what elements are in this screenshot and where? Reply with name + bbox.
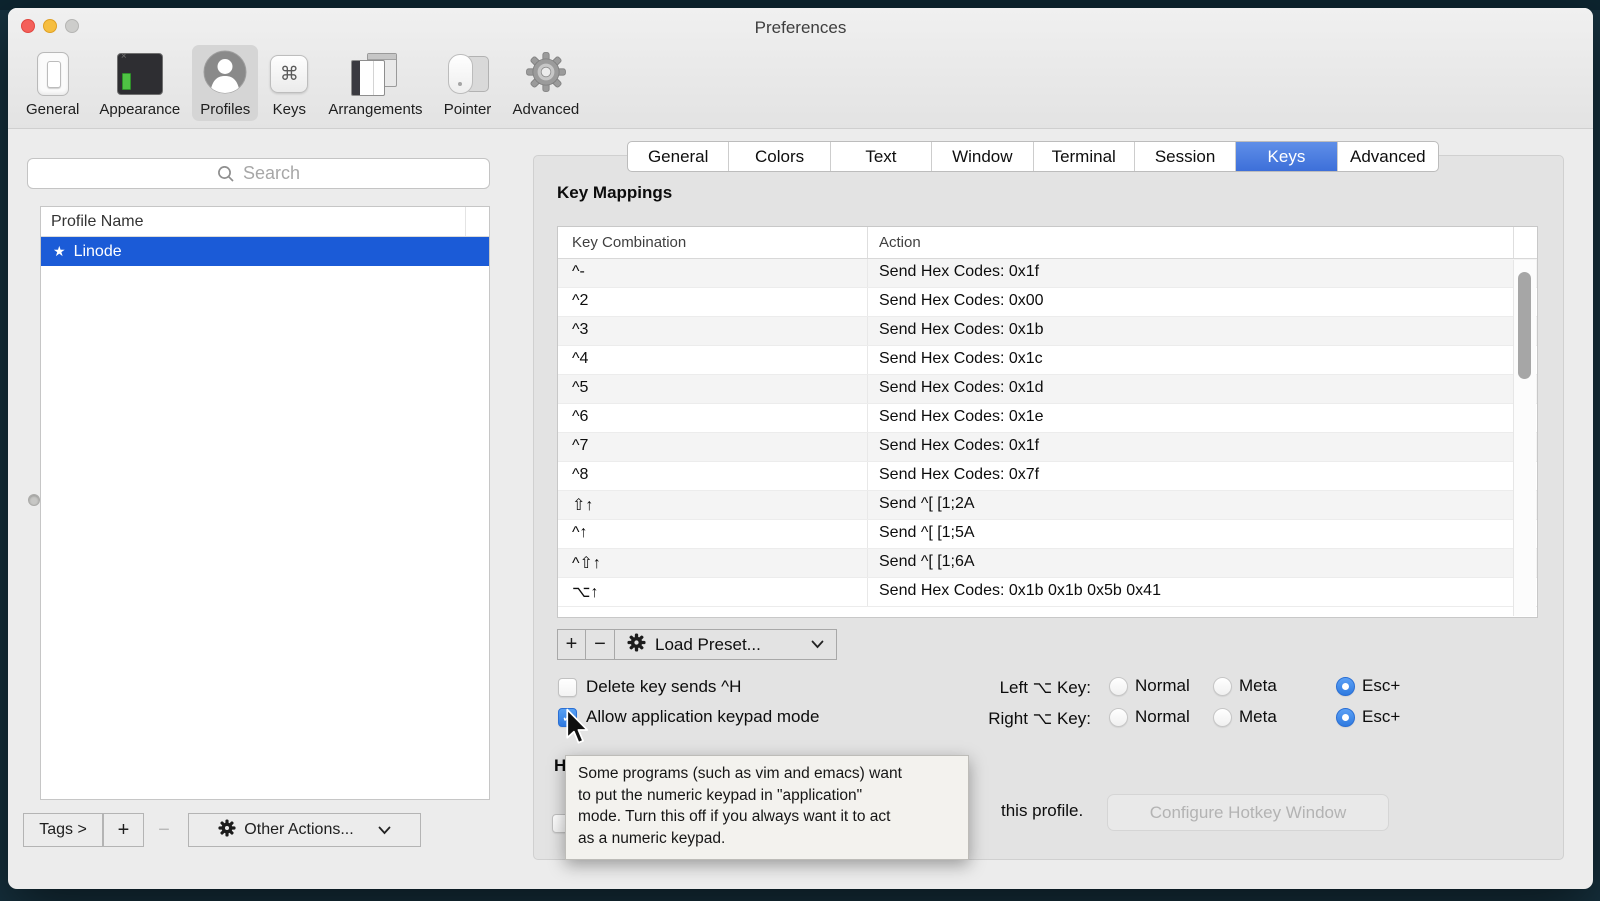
add-mapping-button[interactable]: + [557,629,586,660]
table-row[interactable]: ^5Send Hex Codes: 0x1d [558,375,1537,404]
person-icon [203,50,247,99]
tab-keys[interactable]: Keys [1236,142,1337,171]
tab-text[interactable]: Text [831,142,932,171]
toolbar-item-general[interactable]: General [18,45,87,121]
mouse-icon [443,53,493,96]
tags-button[interactable]: Tags > [23,813,103,847]
table-row[interactable]: ^6Send Hex Codes: 0x1e [558,404,1537,433]
chevron-down-icon [378,826,391,835]
left-option-normal-radio[interactable]: Normal [1109,676,1190,696]
profile-row-linode[interactable]: ★ Linode [41,237,489,266]
profile-name: Linode [74,243,122,261]
load-preset-dropdown[interactable]: Load Preset... [615,629,837,660]
chevron-down-icon [811,640,824,649]
tab-colors[interactable]: Colors [729,142,830,171]
table-row[interactable]: ^8Send Hex Codes: 0x7f [558,462,1537,491]
windows-icon [351,53,399,96]
profile-tab-bar: General Colors Text Window Terminal Sess… [627,141,1439,172]
remove-profile-button[interactable]: − [144,813,184,847]
toolbar-item-profiles[interactable]: Profiles [192,45,258,121]
preferences-window: Preferences General Appearance [8,8,1593,889]
window-chrome: Preferences General Appearance [8,8,1593,129]
profile-list: Profile Name ★ Linode [40,206,490,800]
right-option-esc-radio[interactable]: Esc+ [1336,707,1400,727]
right-option-normal-radio[interactable]: Normal [1109,707,1190,727]
table-row[interactable]: ^-Send Hex Codes: 0x1f [558,259,1537,288]
gear-icon [525,51,567,98]
terminal-window-icon [117,53,163,95]
profile-list-header: Profile Name [41,207,489,237]
toolbar-item-keys[interactable]: ⌘ Keys [262,45,316,121]
tab-terminal[interactable]: Terminal [1034,142,1135,171]
left-option-esc-radio[interactable]: Esc+ [1336,676,1400,696]
command-key-icon: ⌘ [270,55,308,93]
application-keypad-checkbox-row: ✓ Allow application keypad mode [558,707,819,727]
tab-advanced[interactable]: Advanced [1338,142,1438,171]
table-header: Key Combination Action [558,227,1537,259]
key-mappings-table: Key Combination Action ^-Send Hex Codes:… [557,226,1538,618]
search-input[interactable]: Search [27,158,490,189]
table-row[interactable]: ⇧↑Send ^[ [1;2A [558,491,1537,520]
table-row[interactable]: ⌥↑Send Hex Codes: 0x1b 0x1b 0x5b 0x41 [558,578,1537,607]
other-actions-dropdown[interactable]: Other Actions... [188,813,421,847]
tab-session[interactable]: Session [1135,142,1236,171]
tab-window[interactable]: Window [932,142,1033,171]
search-icon [217,165,235,183]
table-row[interactable]: ^4Send Hex Codes: 0x1c [558,346,1537,375]
table-row[interactable]: ^⇧↑Send ^[ [1;6A [558,549,1537,578]
right-option-meta-radio[interactable]: Meta [1213,707,1277,727]
table-row[interactable]: ^7Send Hex Codes: 0x1f [558,433,1537,462]
toolbar-item-arrangements[interactable]: Arrangements [320,45,430,121]
hotkey-text-fragment: this profile. [1001,801,1083,821]
gear-icon [627,633,646,657]
delete-key-sends-checkbox[interactable] [558,678,577,697]
section-title: Key Mappings [557,183,672,203]
star-icon: ★ [53,243,66,260]
toolbar-item-appearance[interactable]: Appearance [91,45,188,121]
preferences-toolbar: General Appearance [18,45,587,121]
mouse-cursor-icon [564,708,590,753]
table-row[interactable]: ^↑Send ^[ [1;5A [558,520,1537,549]
toolbar-item-pointer[interactable]: Pointer [435,45,501,121]
left-option-meta-radio[interactable]: Meta [1213,676,1277,696]
column-header-key[interactable]: Key Combination [572,234,686,251]
gear-icon [218,819,236,842]
table-row[interactable]: ^2Send Hex Codes: 0x00 [558,288,1537,317]
search-placeholder: Search [243,163,300,184]
add-profile-button[interactable]: + [103,813,144,847]
remove-mapping-button[interactable]: − [586,629,615,660]
load-preset-label: Load Preset... [655,635,761,655]
toggle-icon [37,52,69,96]
table-row[interactable]: ^3Send Hex Codes: 0x1b [558,317,1537,346]
keypad-mode-tooltip: Some programs (such as vim and emacs) wa… [565,755,969,860]
window-title: Preferences [8,18,1593,38]
column-header-action[interactable]: Action [879,234,921,251]
scrollbar-thumb[interactable] [1518,272,1531,379]
other-actions-label: Other Actions... [244,821,353,839]
pane-resize-dot[interactable] [28,494,40,506]
delete-key-sends-checkbox-row: Delete key sends ^H [558,677,741,697]
toolbar-item-advanced[interactable]: Advanced [505,45,588,121]
tab-general[interactable]: General [628,142,729,171]
configure-hotkey-window-button[interactable]: Configure Hotkey Window [1107,794,1389,831]
key-mapping-controls: + − [557,629,837,660]
